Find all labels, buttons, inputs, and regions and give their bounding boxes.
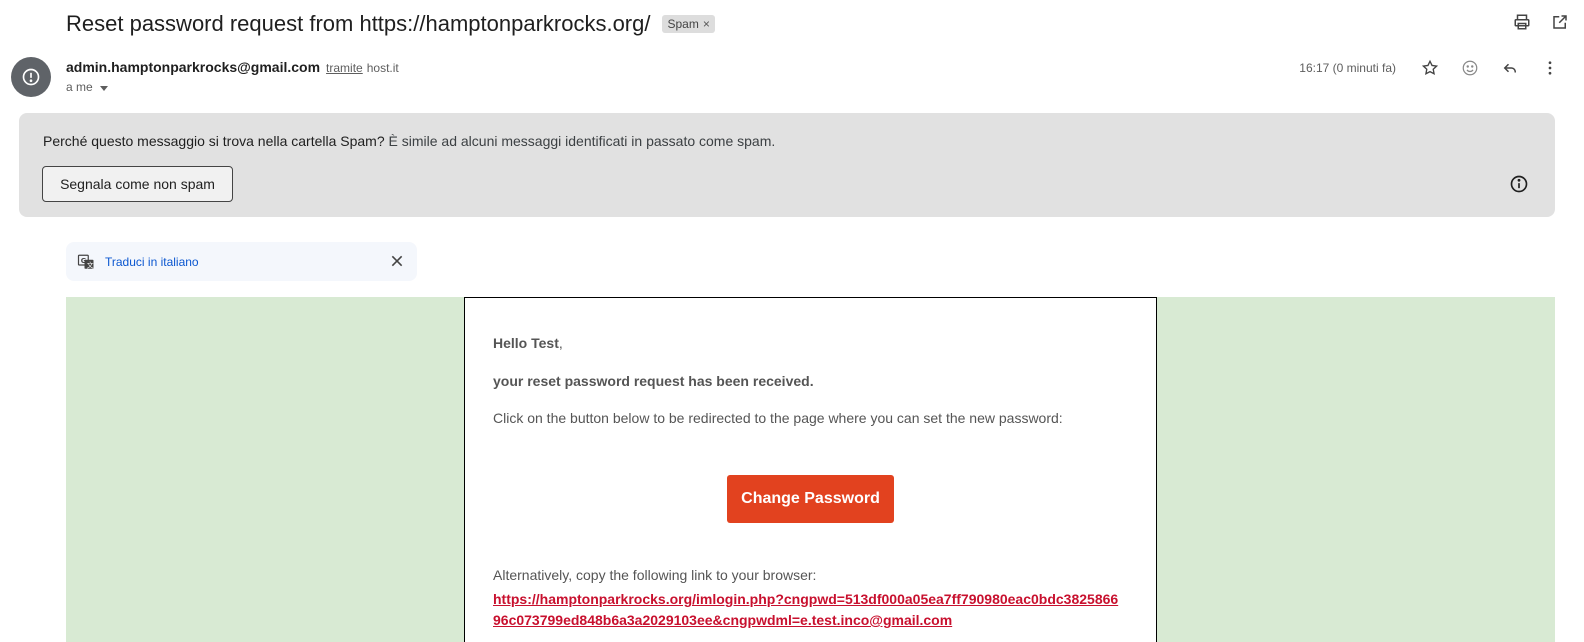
email-body-card: Hello Test, your reset password request … xyxy=(464,297,1157,642)
open-in-new-icon[interactable] xyxy=(1550,12,1570,32)
alternative-text: Alternatively, copy the following link t… xyxy=(493,567,817,583)
sender-row: admin.hamptonparkrocks@gmail.com tramite… xyxy=(66,59,399,75)
remove-label-button[interactable]: × xyxy=(703,17,710,31)
recipient-details-toggle[interactable]: a me xyxy=(66,80,108,94)
top-actions xyxy=(1512,12,1570,32)
received-message: your reset password request has been rec… xyxy=(493,373,814,389)
sender-email[interactable]: admin.hamptonparkrocks@gmail.com xyxy=(66,59,320,75)
more-vert-icon[interactable] xyxy=(1530,56,1570,80)
svg-text:文: 文 xyxy=(87,260,94,269)
greeting: Hello Test, xyxy=(493,335,563,351)
greeting-punctuation: , xyxy=(558,335,563,351)
star-icon[interactable] xyxy=(1410,56,1450,80)
via-link[interactable]: tramite xyxy=(326,61,363,75)
spam-question: Perché questo messaggio si trova nella c… xyxy=(43,133,385,149)
spam-banner-text: Perché questo messaggio si trova nella c… xyxy=(43,133,775,149)
message-meta: 16:17 (0 minuti fa) xyxy=(1299,56,1570,80)
timestamp: 16:17 (0 minuti fa) xyxy=(1299,61,1396,75)
spam-warning-banner: Perché questo messaggio si trova nella c… xyxy=(19,113,1555,217)
print-icon[interactable] xyxy=(1512,12,1532,32)
translate-bar: G文 Traduci in italiano xyxy=(66,242,417,281)
report-not-spam-button[interactable]: Segnala come non spam xyxy=(42,166,233,202)
recipient-text: a me xyxy=(66,80,93,94)
warning-avatar-icon xyxy=(22,68,40,86)
close-icon[interactable] xyxy=(389,253,405,269)
instructions: Click on the button below to be redirect… xyxy=(493,410,1063,426)
spam-label-chip[interactable]: Spam × xyxy=(662,15,715,33)
emoji-icon[interactable] xyxy=(1450,56,1490,80)
change-password-button[interactable]: Change Password xyxy=(727,475,894,523)
chevron-down-icon xyxy=(99,85,108,91)
spam-label-text: Spam xyxy=(667,17,699,31)
translate-link[interactable]: Traduci in italiano xyxy=(105,255,199,269)
translate-icon: G文 xyxy=(77,254,94,269)
subject-row: Reset password request from https://hamp… xyxy=(66,8,715,40)
spam-explanation: È simile ad alcuni messaggi identificati… xyxy=(388,133,776,149)
via-domain: host.it xyxy=(366,61,399,75)
reset-password-link[interactable]: https://hamptonparkrocks.org/imlogin.php… xyxy=(493,589,1123,631)
reply-icon[interactable] xyxy=(1490,56,1530,80)
info-icon[interactable] xyxy=(1509,174,1529,194)
email-subject: Reset password request from https://hamp… xyxy=(66,11,651,36)
sender-avatar xyxy=(11,57,51,97)
greeting-name: Hello Test xyxy=(493,335,559,351)
